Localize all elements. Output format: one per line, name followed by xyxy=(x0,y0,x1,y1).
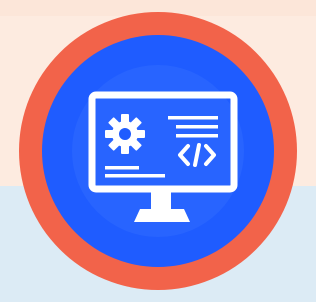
gear-icon xyxy=(105,114,145,154)
badge-svg xyxy=(19,12,297,290)
icon-canvas xyxy=(0,0,316,302)
monitor-badge xyxy=(0,0,316,302)
